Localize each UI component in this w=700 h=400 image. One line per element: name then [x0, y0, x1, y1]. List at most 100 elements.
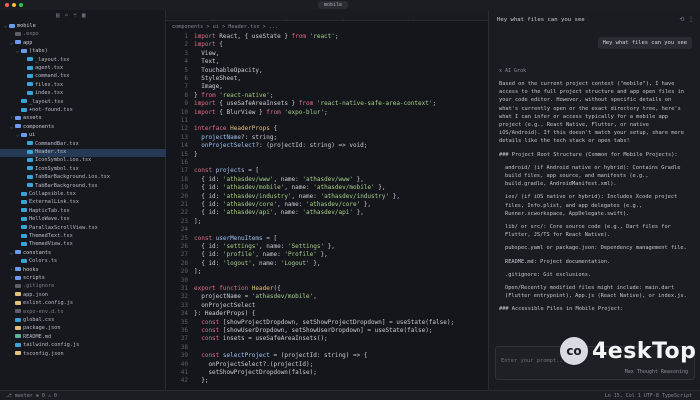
code-token: 'settings'	[222, 243, 260, 250]
history-icon[interactable]: ⟲	[679, 16, 684, 23]
minimize-window-icon[interactable]	[12, 3, 16, 7]
code-token: const	[194, 352, 223, 360]
tree-file[interactable]: HapticTab.tsx	[0, 208, 166, 216]
tree-file[interactable]: ThemedText.tsx	[0, 233, 166, 241]
tree-file[interactable]: ExternalLink.tsx	[0, 199, 166, 207]
tree-file[interactable]: .gitignore	[0, 283, 166, 291]
code-token: from	[266, 108, 285, 116]
tree-folder[interactable]: ⌄ mobile	[0, 23, 166, 31]
tree-file[interactable]: tsconfig.json	[0, 351, 166, 359]
code-token: ;	[334, 33, 339, 40]
tree-file[interactable]: ThemedView.tsx	[0, 241, 166, 249]
tree-file[interactable]: IconSymbol.tsx	[0, 166, 166, 174]
tree-file[interactable]: HelloWave.tsx	[0, 216, 166, 224]
tree-file[interactable]: CommandBar.tsx	[0, 141, 166, 149]
status-right[interactable]: Ln 15, Col 1 UTF-8 TypeScript	[605, 391, 692, 400]
code-token: {	[219, 41, 223, 49]
tree-folder[interactable]: ⌄ app	[0, 40, 166, 48]
code-token: ?: (projectId: string) => void;	[255, 142, 368, 150]
status-left[interactable]: ⎇ master ⊗ 0 ⚠ 0	[6, 391, 57, 400]
assistant-message: Based on the current project context ("m…	[499, 80, 691, 319]
tree-file[interactable]: package.json	[0, 325, 166, 333]
tree-item-label: _layout.tsx	[29, 98, 64, 105]
tree-file[interactable]: Header.tsx	[0, 149, 166, 157]
tree-folder[interactable]: ⌄ constants	[0, 250, 166, 258]
tree-item-label: global.css	[23, 317, 55, 323]
tree-file[interactable]: index.tsx	[0, 90, 166, 98]
file-icon	[27, 149, 33, 154]
code-token: 'athasdev/mobile'	[313, 184, 375, 192]
code-editor[interactable]: 1 import React, { useState } from 'react'…	[166, 33, 488, 390]
maximize-window-icon[interactable]	[19, 3, 23, 7]
tree-file[interactable]: agent.tsx	[0, 65, 166, 73]
code-token: 'athasdev/api'	[302, 209, 353, 217]
tree-file[interactable]: tailwind.config.js	[0, 342, 166, 350]
editor-tab[interactable]: useColorScheme.ts	[344, 19, 415, 20]
more-icon[interactable]: ⋮	[688, 16, 694, 23]
tree-file[interactable]: app.json	[0, 292, 166, 300]
tree-file[interactable]: files.tsx	[0, 82, 166, 90]
git-icon[interactable]: ⑂	[73, 12, 77, 19]
tree-folder[interactable]: › scripts	[0, 275, 166, 283]
extensions-icon[interactable]: ▦	[82, 12, 86, 19]
folder-icon	[15, 275, 21, 280]
code-token: 'react-native-safe-area-context'	[316, 100, 433, 108]
code-token: { id:	[194, 184, 223, 192]
code-token: },	[352, 209, 364, 217]
code-line[interactable]: 42 };	[166, 377, 209, 386]
tree-file[interactable]: ParallaxScrollView.tsx	[0, 225, 166, 233]
tree-file[interactable]: TabBarBackground.tsx	[0, 183, 166, 191]
file-icon	[15, 309, 21, 314]
tree-file[interactable]: _layout.tsx	[0, 99, 166, 107]
editor-tab[interactable]: tsconfig.json	[287, 19, 345, 20]
file-icon	[27, 65, 33, 70]
reasoning-mode-selector[interactable]: Max Thought Reasoning	[625, 369, 688, 375]
code-token: , name:	[273, 175, 303, 183]
editor-tab[interactable]: tailwind.config.js	[213, 19, 287, 20]
tree-file[interactable]: Colors.ts	[0, 258, 166, 266]
tree-folder[interactable]: ⌄ ui	[0, 132, 166, 140]
tree-file[interactable]: IconSymbol.ios.tsx	[0, 157, 166, 165]
tree-folder[interactable]: › assets	[0, 115, 166, 123]
breadcrumb[interactable]: components > ui > Header.tsx > ...	[172, 24, 278, 30]
tree-item-label: .expo	[23, 31, 39, 38]
tree-file[interactable]: Collapsible.tsx	[0, 191, 166, 199]
tree-file[interactable]: .expo	[0, 31, 166, 39]
editor-tab[interactable]: useColorScheme.web.ts	[414, 19, 488, 20]
code-token: 'Profile'	[284, 251, 317, 259]
folder-icon	[21, 132, 27, 137]
code-token: 'react-native'	[219, 91, 270, 99]
close-window-icon[interactable]	[5, 3, 9, 7]
files-icon[interactable]: ▤	[56, 12, 60, 19]
code-token: onProjectSelect?.(projectId);	[194, 360, 314, 368]
code-token: },	[324, 243, 335, 250]
code-token: import	[194, 33, 220, 40]
tree-file[interactable]: README.md	[0, 334, 166, 342]
tree-folder[interactable]: › hooks	[0, 267, 166, 275]
editor-tab[interactable]: Header.tsx	[166, 19, 214, 20]
answer-paragraph: pubspec.yaml or package.json: Dependency…	[505, 245, 687, 252]
folder-icon	[15, 250, 21, 255]
code-token: from	[201, 91, 220, 99]
tree-file[interactable]: eslint.config.js	[0, 300, 166, 308]
tree-file[interactable]: expo-env.d.ts	[0, 309, 166, 317]
file-icon	[15, 334, 21, 339]
tree-file[interactable]: TabBarBackground.ios.tsx	[0, 174, 166, 182]
code-token: = (projectId: string) => {	[273, 352, 368, 360]
code-token: onProjectSelect	[194, 301, 256, 309]
tree-folder[interactable]: ⌄ components	[0, 124, 166, 132]
tree-file[interactable]: _layout.tsx	[0, 57, 166, 65]
tree-file[interactable]: global.css	[0, 317, 166, 325]
window-title[interactable]: mobile	[318, 1, 349, 9]
code-token: = [	[248, 167, 260, 175]
tree-item-label: TabBarBackground.ios.tsx	[35, 174, 110, 181]
code-token: const	[194, 327, 223, 334]
file-icon	[15, 351, 21, 356]
tree-folder[interactable]: ⌄ (tabs)	[0, 48, 166, 56]
code-token: 'athasdev/core'	[306, 201, 361, 208]
tree-item-label: _layout.tsx	[35, 56, 70, 63]
search-icon[interactable]: ⌕	[65, 12, 69, 19]
tree-file[interactable]: +not-found.tsx	[0, 107, 166, 115]
tree-file[interactable]: command.tsx	[0, 73, 166, 81]
code-token: from	[298, 100, 317, 108]
